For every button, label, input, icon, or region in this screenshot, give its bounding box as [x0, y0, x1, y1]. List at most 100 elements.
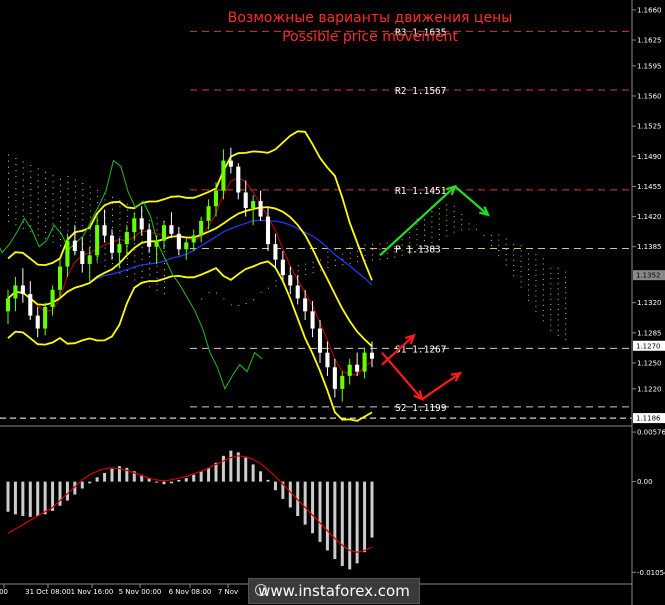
cloud-dot	[565, 323, 567, 325]
cloud-dot	[535, 311, 537, 313]
y-tick-label: 1.1660	[637, 6, 662, 14]
cloud-dot	[550, 324, 552, 326]
cloud-dot	[528, 258, 529, 260]
cloud-dot	[565, 271, 567, 273]
cloud-dot	[52, 193, 54, 195]
cloud-dot	[104, 253, 106, 255]
cloud-dot	[327, 261, 329, 263]
cloud-dot	[15, 158, 17, 160]
cloud-dot	[45, 171, 47, 173]
cloud-dot	[126, 221, 128, 223]
cloud-dot	[67, 224, 69, 226]
cloud-dot	[82, 182, 84, 184]
cloud-dot	[74, 179, 76, 181]
cloud-dot	[453, 205, 455, 207]
candle-body	[236, 166, 241, 193]
cloud-dot	[60, 184, 61, 186]
cloud-dot	[468, 228, 470, 230]
cloud-dot	[550, 298, 552, 300]
macd-bar	[103, 473, 107, 482]
cloud-dot	[52, 199, 54, 201]
cloud-dot	[15, 212, 17, 214]
cloud-dot	[542, 273, 544, 275]
cloud-dot	[164, 281, 165, 283]
cloud-dot	[320, 269, 321, 271]
cloud-dot	[112, 263, 113, 265]
cloud-dot	[520, 276, 522, 278]
cloud-dot	[156, 223, 158, 225]
cloud-dot	[134, 261, 136, 263]
cloud-dot	[535, 300, 537, 302]
macd-bar	[340, 481, 344, 566]
cloud-dot	[557, 267, 559, 269]
macd-bar	[311, 481, 315, 534]
cloud-dot	[379, 248, 381, 250]
cloud-dot	[557, 314, 559, 316]
candle-body	[169, 225, 174, 234]
cloud-dot	[416, 234, 418, 236]
cloud-dot	[490, 245, 492, 247]
cloud-dot	[164, 287, 165, 289]
cloud-dot	[424, 234, 425, 236]
cloud-dot	[535, 259, 537, 261]
cloud-dot	[557, 293, 559, 295]
candle-body	[50, 289, 55, 308]
cloud-dot	[119, 218, 121, 220]
cloud-dot	[550, 319, 552, 321]
cloud-dot	[490, 239, 492, 241]
cloud-dot	[67, 188, 69, 190]
macd-bar	[236, 452, 240, 482]
cloud-dot	[245, 303, 247, 305]
cloud-dot	[119, 272, 121, 274]
cloud-dot	[557, 303, 559, 305]
macd-bar	[184, 478, 188, 482]
cloud-dot	[431, 231, 433, 233]
cloud-dot	[74, 221, 76, 223]
cloud-dot	[528, 294, 529, 296]
cloud-dot	[201, 298, 203, 300]
cloud-dot	[119, 206, 121, 208]
cloud-dot	[542, 294, 544, 296]
candle-body	[109, 235, 115, 253]
cloud-dot	[565, 281, 567, 283]
cloud-dot	[82, 225, 84, 227]
cloud-dot	[112, 214, 113, 216]
cloud-dot	[52, 217, 54, 219]
cloud-dot	[349, 262, 351, 264]
candle-body	[102, 225, 107, 236]
candle-body	[35, 315, 40, 329]
cloud-dot	[557, 329, 559, 331]
macd-bar	[88, 481, 92, 484]
cloud-dot	[557, 334, 559, 336]
cloud-dot	[528, 274, 529, 276]
cloud-dot	[37, 222, 39, 224]
cloud-dot	[557, 288, 559, 290]
cloud-dot	[386, 252, 388, 254]
cloud-dot	[565, 287, 567, 289]
cloud-dot	[542, 278, 544, 280]
macd-bar	[221, 455, 225, 482]
cloud-dot	[149, 274, 151, 276]
cloud-dot	[45, 207, 47, 209]
cloud-dot	[149, 268, 151, 270]
cloud-dot	[535, 274, 537, 276]
macd-bar	[110, 468, 114, 482]
cloud-dot	[134, 255, 136, 257]
cloud-dot	[15, 176, 17, 178]
cloud-dot	[89, 240, 91, 242]
cloud-dot	[327, 251, 329, 253]
y-tick-label: 1.1220	[637, 385, 662, 393]
candle-body	[95, 225, 100, 256]
cloud-dot	[119, 224, 121, 226]
cloud-dot	[60, 196, 61, 198]
cloud-dot	[141, 276, 143, 278]
cloud-dot	[557, 278, 559, 280]
cloud-dot	[550, 278, 552, 280]
cloud-dot	[535, 254, 537, 256]
cloud-dot	[97, 201, 99, 203]
cloud-dot	[52, 181, 54, 183]
cloud-dot	[119, 236, 121, 238]
cloud-dot	[74, 215, 76, 217]
cloud-dot	[253, 299, 255, 301]
cloud-dot	[513, 264, 515, 266]
